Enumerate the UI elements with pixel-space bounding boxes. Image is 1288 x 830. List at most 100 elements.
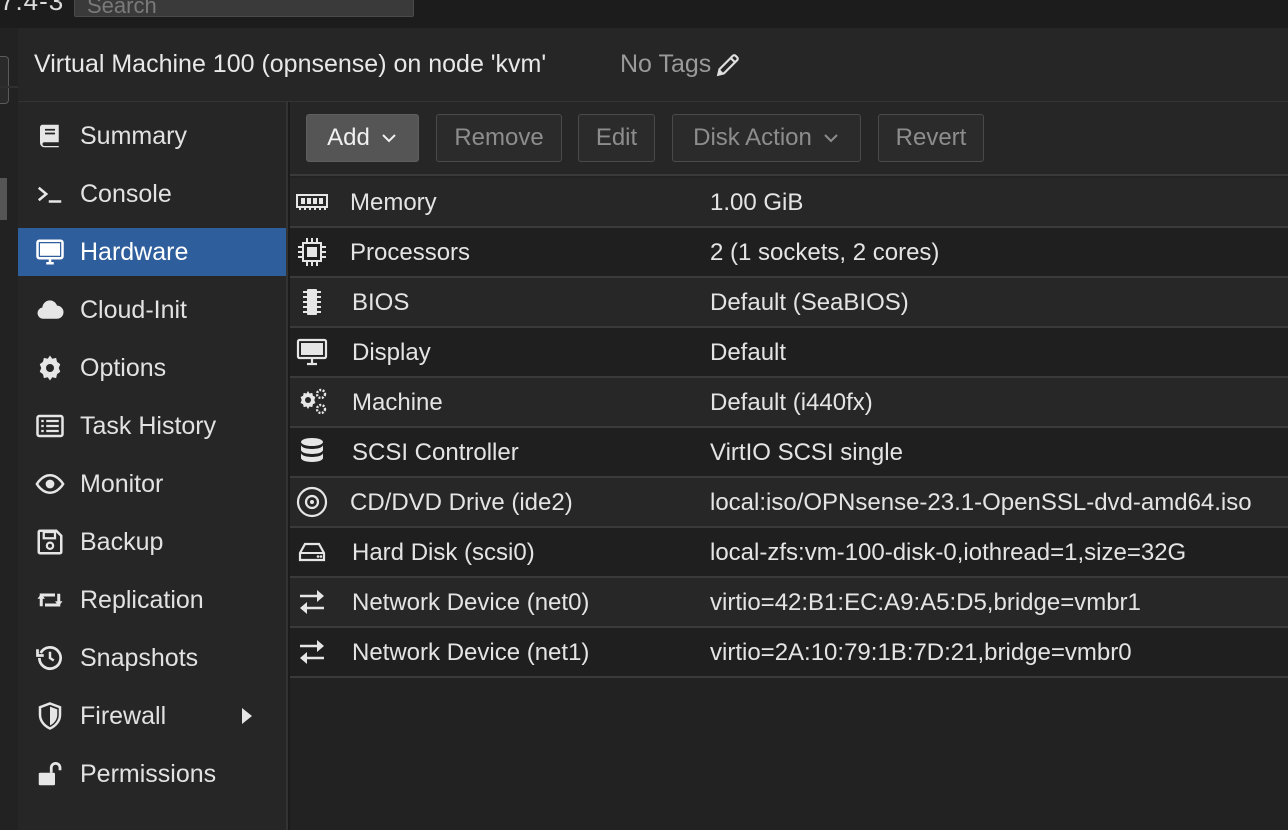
tags-label: No Tags [620,50,712,78]
row-value: virtio=42:B1:EC:A9:A5:D5,bridge=vmbr1 [710,589,1141,616]
row-name: CD/DVD Drive (ide2) [350,489,573,516]
nav-item-label: Hardware [80,237,189,266]
shield-icon [34,700,66,732]
table-row[interactable]: Network Device (net0) virtio=42:B1:EC:A9… [290,578,1288,628]
rail-divider [0,86,18,88]
row-value: Default (i440fx) [710,389,873,416]
table-row[interactable]: Display Default [290,328,1288,378]
retweet-icon [34,584,66,616]
desktop-icon [296,336,328,368]
row-value: virtio=2A:10:79:1B:7D:21,bridge=vmbr0 [710,639,1132,666]
table-row[interactable]: SCSI Controller VirtIO SCSI single [290,428,1288,478]
table-row[interactable]: Processors 2 (1 sockets, 2 cores) [290,228,1288,278]
row-name: SCSI Controller [352,439,519,466]
row-value: Default [710,339,787,366]
nav-item-console[interactable]: Console [18,170,286,218]
row-name: Hard Disk (scsi0) [352,539,535,566]
nav-item-label: Monitor [80,469,164,498]
pencil-icon[interactable] [715,52,741,78]
database-icon [296,436,328,468]
nav-item-label: Options [80,353,167,382]
terminal-icon [34,178,66,210]
row-name: Memory [350,189,437,216]
row-name: Display [352,339,431,366]
version-label: 7.4-3 [0,0,65,16]
desktop-icon [34,236,66,268]
nav-item-snapshots[interactable]: Snapshots [18,634,286,682]
add-button-label: Add [327,124,370,151]
table-row[interactable]: Memory 1.00 GiB [290,178,1288,228]
disk-action-button[interactable]: Disk Action [672,114,861,162]
remove-button[interactable]: Remove [436,114,562,162]
row-name: Network Device (net0) [352,589,590,616]
nav-item-label: Cloud-Init [80,295,187,324]
table-row[interactable]: Network Device (net1) virtio=2A:10:79:1B… [290,628,1288,678]
list-icon [34,410,66,442]
nav-item-hardware[interactable]: Hardware [18,228,286,276]
row-name: Network Device (net1) [352,639,590,666]
exchange-icon [296,586,328,618]
cdrom-icon [296,486,328,518]
row-name: Machine [352,389,443,416]
nav-item-replication[interactable]: Replication [18,576,286,624]
nav-item-label: Summary [80,121,187,150]
nav-item-summary[interactable]: Summary [18,112,286,160]
nav-item-cloud-init[interactable]: Cloud-Init [18,286,286,334]
nav-item-firewall[interactable]: Firewall [18,692,286,740]
hardware-grid: Memory 1.00 GiB Processors 2 (1 sockets,… [290,178,1288,678]
content-header: Virtual Machine 100 (opnsense) on node '… [18,28,1288,102]
exchange-icon [296,636,328,668]
row-value: 1.00 GiB [710,189,804,216]
nav-item-label: Snapshots [80,643,199,672]
cloud-icon [34,294,66,326]
nav-item-label: Replication [80,585,204,614]
gear-icon [34,352,66,384]
hardware-toolbar: Add Remove Edit Disk Action Revert [290,102,1288,176]
row-value: VirtIO SCSI single [710,439,903,466]
microchip-icon [296,286,328,318]
table-row[interactable]: BIOS Default (SeaBIOS) [290,278,1288,328]
book-icon [34,120,66,152]
chevron-down-icon [824,134,838,143]
row-value: Default (SeaBIOS) [710,289,909,316]
nav-item-label: Console [80,179,172,208]
row-value: 2 (1 sockets, 2 cores) [710,239,940,266]
eye-icon [34,468,66,500]
hdd-icon [296,536,328,568]
search-input[interactable]: Search [74,0,414,18]
nav-item-backup[interactable]: Backup [18,518,286,566]
tree-scroll-marker[interactable] [0,178,7,220]
nav-item-permissions[interactable]: Permissions [18,750,286,798]
chevron-down-icon [382,134,396,143]
row-name: Processors [350,239,471,266]
cogs-icon [296,386,328,418]
table-row[interactable]: CD/DVD Drive (ide2) local:iso/OPNsense-2… [290,478,1288,528]
history-icon [34,642,66,674]
nav-item-label: Permissions [80,759,217,788]
collapse-handle[interactable] [0,56,9,104]
nav-item-options[interactable]: Options [18,344,286,392]
nav-item-label: Backup [80,527,164,556]
row-value: local-zfs:vm-100-disk-0,iothread=1,size=… [710,539,1187,566]
row-name: BIOS [352,289,410,316]
table-row[interactable]: Machine Default (i440fx) [290,378,1288,428]
page-title: Virtual Machine 100 (opnsense) on node '… [34,50,547,78]
memory-icon [296,186,328,218]
disk-action-label: Disk Action [693,124,812,151]
nav-item-task-history[interactable]: Task History [18,402,286,450]
top-bar: 7.4-3 Search [0,0,1288,28]
cpu-icon [296,236,328,268]
vm-config-nav: Summary Console Hardware Cloud-Init Opti… [18,102,288,830]
tags-editor[interactable]: No Tags [620,50,741,79]
nav-item-label: Task History [80,411,217,440]
add-button[interactable]: Add [306,114,419,162]
nav-item-monitor[interactable]: Monitor [18,460,286,508]
revert-button[interactable]: Revert [878,114,984,162]
table-row[interactable]: Hard Disk (scsi0) local-zfs:vm-100-disk-… [290,528,1288,578]
nav-item-label: Firewall [80,701,167,730]
row-value: local:iso/OPNsense-23.1-OpenSSL-dvd-amd6… [710,489,1252,516]
unlock-icon [34,758,66,790]
resource-tree-edge [0,28,18,830]
edit-button[interactable]: Edit [578,114,655,162]
caret-right-icon[interactable] [240,706,254,726]
